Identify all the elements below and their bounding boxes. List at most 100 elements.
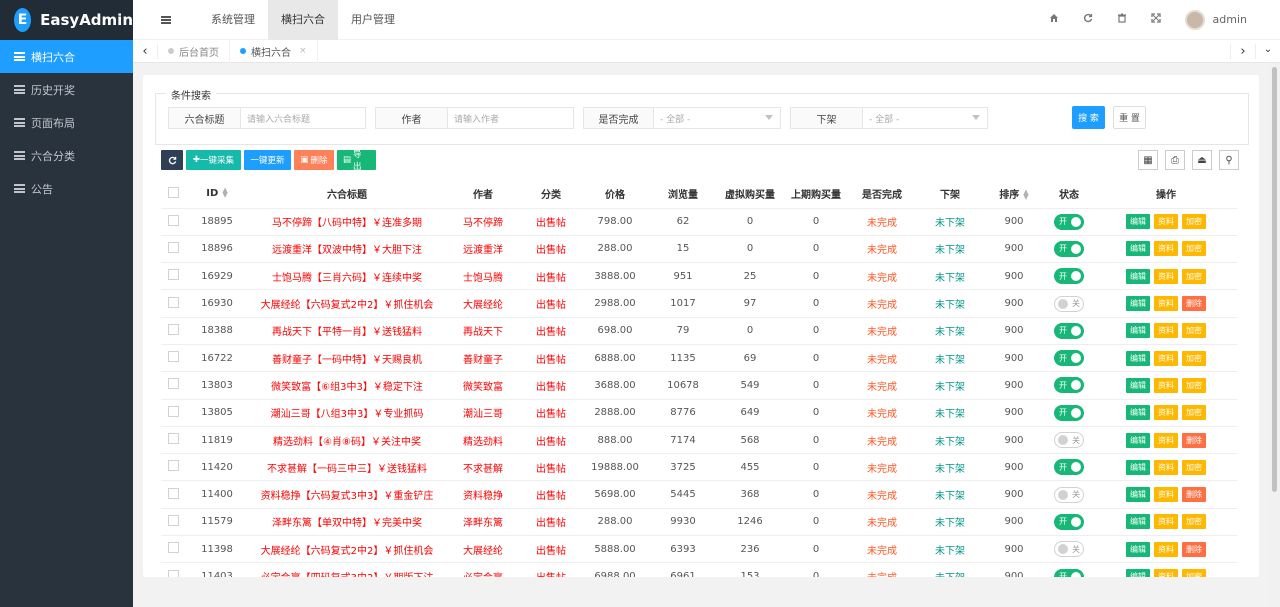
trash-icon[interactable] (1105, 13, 1139, 26)
search-button[interactable]: 搜 索 (1072, 106, 1105, 129)
sidebar-item[interactable]: 公告 (0, 172, 133, 205)
avatar[interactable] (1184, 9, 1205, 30)
row-checkbox[interactable] (167, 487, 179, 499)
search-icon[interactable]: ⚲ (1219, 150, 1239, 170)
cell-title[interactable]: 不求甚解【一码三中三】￥送钱猛料 (249, 453, 445, 482)
status-toggle[interactable]: 开 (1054, 240, 1084, 257)
info-button[interactable]: 资料 (1154, 459, 1178, 475)
delete-row-button[interactable]: 删除 (1182, 487, 1206, 503)
status-toggle[interactable]: 开 (1054, 513, 1084, 530)
edit-button[interactable]: 编辑 (1126, 459, 1150, 475)
home-icon[interactable] (1037, 13, 1071, 26)
info-button[interactable]: 资料 (1154, 241, 1178, 257)
edit-button[interactable]: 编辑 (1126, 268, 1150, 284)
update-button[interactable]: 一键更新 (244, 150, 291, 170)
edit-button[interactable]: 编辑 (1126, 487, 1150, 503)
cell-title[interactable]: 大展经纶【六码复式2中2】￥抓住机会 (249, 289, 445, 318)
encrypt-button[interactable]: 加密 (1182, 241, 1206, 257)
sidebar-item[interactable]: 横扫六合 (0, 40, 133, 73)
encrypt-button[interactable]: 加密 (1182, 214, 1206, 230)
cell-title[interactable]: 精选劲料【④肖⑧码】￥关注中奖 (249, 426, 445, 455)
page-scrollbar[interactable] (1269, 63, 1280, 607)
select-all-checkbox[interactable] (161, 180, 185, 209)
cell-title[interactable]: 资料稳挣【六码复式3中3】￥重金铲庄 (249, 480, 445, 509)
cell-title[interactable]: 士饱马腾【三肖六码】￥连续中奖 (249, 262, 445, 291)
user-name[interactable]: admin (1213, 13, 1247, 26)
tab[interactable]: 后台首页 (158, 39, 230, 63)
status-toggle[interactable]: 开 (1054, 322, 1084, 339)
delete-row-button[interactable]: 删除 (1182, 296, 1206, 312)
cell-title[interactable]: 大展经纶【六码复式2中2】￥抓住机会 (249, 535, 445, 564)
menu-toggle-icon[interactable] (133, 0, 198, 40)
collect-button[interactable]: ✚ 一键采集 (186, 150, 241, 170)
edit-button[interactable]: 编辑 (1126, 432, 1150, 448)
row-checkbox[interactable] (167, 460, 179, 472)
status-toggle[interactable]: 关 (1054, 295, 1084, 312)
status-toggle[interactable]: 关 (1054, 486, 1084, 503)
sort-icon[interactable]: ▲ ▼ (222, 187, 227, 199)
status-toggle[interactable]: 开 (1054, 268, 1084, 285)
status-toggle[interactable]: 关 (1054, 432, 1084, 449)
status-toggle[interactable]: 开 (1054, 350, 1084, 367)
reset-button[interactable]: 重 置 (1113, 106, 1146, 129)
row-checkbox[interactable] (167, 433, 179, 445)
offline-select[interactable]: - 全部 - (863, 108, 987, 128)
edit-button[interactable]: 编辑 (1126, 296, 1150, 312)
status-toggle[interactable]: 开 (1054, 404, 1084, 421)
sort-icon[interactable]: ▲ ▼ (1023, 189, 1028, 201)
tab-scroll-right-icon[interactable]: › (1230, 43, 1255, 59)
export-button[interactable]: ▤ 导出 (337, 150, 376, 172)
edit-button[interactable]: 编辑 (1126, 350, 1150, 366)
col-sort[interactable]: 排序 ▲ ▼ (985, 180, 1043, 209)
row-checkbox[interactable] (167, 269, 179, 281)
close-icon[interactable]: × (299, 46, 307, 56)
delete-row-button[interactable]: 删除 (1182, 541, 1206, 557)
row-checkbox[interactable] (167, 542, 179, 554)
delete-button[interactable]: ▣ 删除 (294, 150, 334, 170)
col-id[interactable]: ID ▲ ▼ (185, 180, 249, 209)
sidebar-item[interactable]: 历史开奖 (0, 73, 133, 106)
status-toggle[interactable]: 关 (1054, 541, 1084, 558)
encrypt-button[interactable]: 加密 (1182, 459, 1206, 475)
row-checkbox[interactable] (167, 405, 179, 417)
status-toggle[interactable]: 开 (1054, 459, 1084, 476)
edit-button[interactable]: 编辑 (1126, 569, 1150, 577)
row-checkbox[interactable] (167, 514, 179, 526)
info-button[interactable]: 资料 (1154, 214, 1178, 230)
edit-button[interactable]: 编辑 (1126, 214, 1150, 230)
status-toggle[interactable]: 开 (1054, 213, 1084, 230)
edit-button[interactable]: 编辑 (1126, 241, 1150, 257)
tab[interactable]: 横扫六合 × (230, 39, 318, 63)
info-button[interactable]: 资料 (1154, 514, 1178, 530)
author-input[interactable]: 请输入作者 (448, 108, 573, 128)
edit-button[interactable]: 编辑 (1126, 323, 1150, 339)
edit-button[interactable]: 编辑 (1126, 377, 1150, 393)
row-checkbox[interactable] (167, 296, 179, 308)
info-button[interactable]: 资料 (1154, 541, 1178, 557)
sidebar-item[interactable]: 页面布局 (0, 106, 133, 139)
info-button[interactable]: 资料 (1154, 405, 1178, 421)
row-checkbox[interactable] (167, 378, 179, 390)
top-nav-item[interactable]: 用户管理 (338, 0, 408, 40)
edit-button[interactable]: 编辑 (1126, 405, 1150, 421)
cell-title[interactable]: 必定会赢【四码复式3中2】￥期版下注 (249, 562, 445, 577)
info-button[interactable]: 资料 (1154, 350, 1178, 366)
scrollbar-thumb[interactable] (1272, 67, 1277, 492)
fullscreen-icon[interactable] (1139, 13, 1173, 26)
cell-title[interactable]: 马不停蹄【八码中特】￥连准多期 (249, 208, 445, 236)
edit-button[interactable]: 编辑 (1126, 514, 1150, 530)
encrypt-button[interactable]: 加密 (1182, 569, 1206, 577)
cell-title[interactable]: 善财童子【一码中特】￥天赐良机 (249, 344, 445, 373)
chevron-down-icon[interactable]: ⌄ (1255, 43, 1280, 59)
row-checkbox[interactable] (167, 351, 179, 363)
top-nav-item[interactable]: 横扫六合 (268, 0, 338, 40)
row-checkbox[interactable] (167, 323, 179, 335)
encrypt-button[interactable]: 加密 (1182, 405, 1206, 421)
done-select[interactable]: - 全部 - (654, 108, 780, 128)
info-button[interactable]: 资料 (1154, 323, 1178, 339)
cell-title[interactable]: 微笑致富【⑥组3中3】￥稳定下注 (249, 371, 445, 400)
info-button[interactable]: 资料 (1154, 296, 1178, 312)
info-button[interactable]: 资料 (1154, 268, 1178, 284)
row-checkbox[interactable] (167, 569, 179, 577)
cell-title[interactable]: 再战天下【平特一肖】￥送钱猛料 (249, 317, 445, 345)
